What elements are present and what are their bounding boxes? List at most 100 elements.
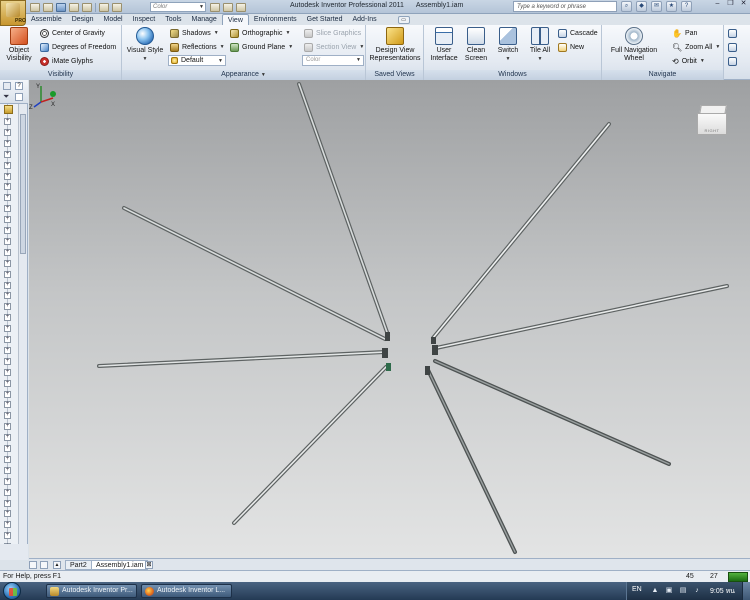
taskbar-item-inventor-learning[interactable]: Autodesk Inventor L... — [141, 584, 232, 598]
graphics-viewport[interactable]: RIGHT Y Z X — [29, 80, 750, 558]
pan-button[interactable]: ✋ Pan — [672, 27, 697, 39]
favorites-icon[interactable]: ★ — [666, 1, 677, 12]
tree-expand-node[interactable]: + — [4, 346, 11, 354]
close-icon[interactable]: ✕ — [737, 0, 750, 9]
lighting-style-combo[interactable]: Default ▼ — [168, 55, 226, 66]
tree-expand-node[interactable]: + — [4, 292, 11, 300]
return-icon[interactable] — [99, 2, 109, 12]
tab-view[interactable]: View — [221, 14, 249, 25]
tree-expand-node[interactable]: + — [4, 499, 11, 507]
look-at-button[interactable] — [728, 27, 737, 39]
volume-icon[interactable]: ♪ — [693, 587, 701, 595]
select-icon[interactable] — [112, 2, 122, 12]
tree-expand-node[interactable]: + — [4, 183, 11, 191]
doc-tab-scroll-up-icon[interactable]: ▲ — [53, 561, 61, 569]
tree-expand-node[interactable]: + — [4, 150, 11, 158]
tree-expand-node[interactable]: + — [4, 227, 11, 234]
tree-expand-node[interactable]: + — [4, 259, 11, 267]
tree-expand-node[interactable]: + — [4, 205, 11, 213]
tree-expand-node[interactable]: + — [4, 314, 11, 322]
network-icon[interactable]: ▤ — [679, 587, 687, 595]
tree-expand-node[interactable]: + — [4, 434, 11, 442]
tree-expand-node[interactable]: + — [4, 488, 11, 496]
help-search-input[interactable]: Type a keyword or phrase — [513, 1, 617, 12]
browser-scrollbar-thumb[interactable] — [20, 114, 26, 254]
rod-left-horizontal[interactable] — [97, 350, 387, 368]
new-window-button[interactable]: New — [558, 41, 584, 53]
tree-expand-node[interactable]: + — [4, 325, 11, 333]
previous-view-button[interactable] — [728, 41, 737, 53]
tile-all-button[interactable]: Tile All ▼ — [526, 27, 554, 63]
start-button[interactable] — [3, 582, 21, 600]
shadows-button[interactable]: Shadows ▼ — [170, 27, 219, 39]
tree-expand-node[interactable]: + — [4, 161, 11, 169]
ribbon-display-toggle[interactable]: ▭ — [397, 16, 410, 24]
color-override-combo[interactable]: Color ▼ — [302, 55, 364, 66]
reflections-button[interactable]: Reflections ▼ — [170, 41, 225, 53]
full-navigation-wheel-button[interactable]: Full Navigation Wheel — [606, 27, 662, 63]
tree-expand-node[interactable]: + — [4, 510, 11, 518]
doc-tab-part2[interactable]: Part2 — [65, 560, 92, 570]
tab-inspect[interactable]: Inspect — [128, 14, 161, 25]
tree-expand-node[interactable]: + — [4, 423, 11, 431]
communication-icon[interactable]: ✉ — [651, 1, 662, 12]
tab-manage[interactable]: Manage — [187, 14, 222, 25]
orbit-button[interactable]: ⟲ Orbit ▼ — [672, 55, 705, 67]
tray-app-icon[interactable]: ▣ — [665, 587, 673, 595]
redo-icon[interactable] — [82, 2, 92, 12]
tray-expand-icon[interactable]: ▲ — [651, 587, 659, 595]
rod-upper-right[interactable] — [431, 122, 611, 340]
tree-expand-node[interactable]: + — [4, 139, 11, 147]
viewcube[interactable]: RIGHT — [696, 105, 730, 139]
tree-expand-node[interactable]: + — [4, 532, 11, 540]
tree-expand-node[interactable]: + — [4, 368, 11, 376]
center-of-gravity-button[interactable]: Center of Gravity — [40, 27, 105, 39]
browser-help-button[interactable]: ? — [15, 82, 23, 90]
appearance-override-combo[interactable]: Color ▼ — [150, 2, 206, 12]
doc-tab-assembly1[interactable]: Assembly1.iam — [91, 560, 149, 570]
subscription-icon[interactable]: ◆ — [636, 1, 647, 12]
visual-style-button[interactable]: Visual Style ▼ — [125, 27, 165, 63]
binoculars-icon[interactable]: ⌕ — [621, 1, 632, 12]
section-view-button[interactable]: Section View ▼ — [304, 41, 364, 53]
tree-expand-node[interactable]: + — [4, 445, 11, 452]
tree-expand-node[interactable]: + — [4, 379, 11, 387]
tree-expand-node[interactable]: + — [4, 466, 11, 474]
tab-tools[interactable]: Tools — [160, 14, 186, 25]
parameters-icon[interactable] — [210, 2, 220, 12]
tree-expand-node[interactable]: + — [4, 270, 11, 278]
doc-tab-close-icon[interactable]: ⊠ — [145, 561, 153, 569]
tree-expand-node[interactable]: + — [4, 455, 11, 463]
home-view-button[interactable] — [728, 55, 737, 67]
tree-expand-node[interactable]: + — [4, 194, 11, 202]
tree-expand-node[interactable]: + — [4, 477, 11, 485]
tree-expand-node[interactable]: + — [4, 390, 11, 398]
tree-expand-node[interactable]: + — [4, 248, 11, 256]
help-icon[interactable]: ? — [681, 1, 692, 12]
tab-model[interactable]: Model — [99, 14, 128, 25]
new-file-icon[interactable] — [30, 2, 40, 12]
undo-icon[interactable] — [69, 2, 79, 12]
tab-add-ins[interactable]: Add-Ins — [347, 14, 381, 25]
tree-expand-node[interactable]: + — [4, 357, 11, 365]
tab-assemble[interactable]: Assemble — [26, 14, 67, 25]
slice-graphics-button[interactable]: Slice Graphics — [304, 27, 361, 39]
save-icon[interactable] — [56, 2, 66, 12]
doc-tab-list-button[interactable] — [29, 561, 37, 569]
tree-expand-node[interactable]: + — [4, 281, 11, 289]
show-desktop-button[interactable] — [742, 582, 750, 600]
rod-top-left-vertical[interactable] — [297, 82, 390, 337]
tab-get-started[interactable]: Get Started — [302, 14, 348, 25]
measure-icon[interactable] — [223, 2, 233, 12]
ground-plane-button[interactable]: Ground Plane ▼ — [230, 41, 293, 53]
design-view-button[interactable]: Design View Representations — [369, 27, 421, 63]
browser-menu-button[interactable] — [15, 93, 23, 101]
tree-expand-node[interactable]: + — [4, 521, 11, 529]
viewcube-right-face[interactable]: RIGHT — [697, 113, 727, 135]
orthographic-button[interactable]: Orthographic ▼ — [230, 27, 290, 39]
tree-expand-node[interactable]: + — [4, 118, 11, 125]
tree-expand-node[interactable]: + — [4, 216, 11, 224]
rod-lower-right[interactable] — [433, 359, 671, 466]
rod-upper-left[interactable] — [122, 206, 387, 341]
rod-right-horizontal[interactable] — [434, 284, 729, 350]
